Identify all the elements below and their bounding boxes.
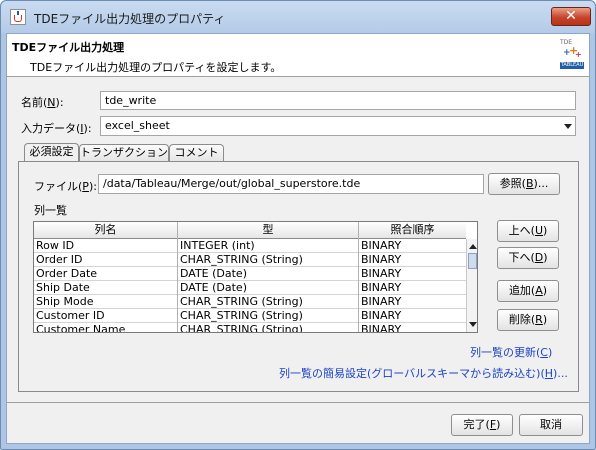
java-cup-mark	[14, 15, 22, 22]
footer-separator	[7, 402, 589, 403]
window-title: TDEファイル出力処理のプロパティ	[34, 12, 226, 26]
cell-column-name: Order ID	[34, 253, 178, 267]
cell-type: CHAR_STRING (String)	[178, 323, 359, 332]
column-header-type[interactable]: 型	[178, 222, 359, 239]
table-row[interactable]: Row ID INTEGER (int) BINARY	[34, 239, 466, 253]
cell-type: CHAR_STRING (String)	[178, 309, 359, 323]
cell-collation: BINARY	[361, 267, 402, 280]
java-icon	[10, 9, 26, 25]
tab-required-settings[interactable]: 必須設定	[24, 143, 79, 162]
cell-collation: BINARY	[361, 281, 402, 294]
cell-column-name: Order Date	[34, 267, 178, 281]
cell-column-name: Customer ID	[34, 309, 178, 323]
dialog-body: TDEファイル出力処理 TDEファイル出力処理のプロパティを設定します。 TDE…	[6, 33, 590, 444]
table-row[interactable]: Order ID CHAR_STRING (String) BINARY	[34, 253, 466, 267]
add-button[interactable]: 追加(A)	[497, 280, 559, 302]
header-title: TDEファイル出力処理	[12, 41, 125, 54]
finish-button[interactable]: 完了(F)	[451, 414, 513, 436]
input-data-select[interactable]: excel_sheet	[100, 116, 576, 136]
cell-type: INTEGER (int)	[178, 239, 359, 253]
cell-collation: BINARY	[361, 253, 402, 266]
cancel-button[interactable]: 取消	[519, 414, 583, 436]
scroll-thumb[interactable]	[468, 253, 477, 269]
name-input[interactable]: tde_write	[100, 91, 576, 110]
scroll-up-icon[interactable]	[469, 244, 477, 249]
input-data-label: 入力データ(I):	[21, 122, 92, 135]
file-label: ファイル(P):	[34, 180, 97, 193]
cell-type: DATE (Date)	[178, 281, 359, 295]
cell-collation: BINARY	[361, 239, 402, 252]
refresh-column-list-link[interactable]: 列一覧の更新(C)	[470, 344, 552, 360]
cell-column-name: Customer Name	[34, 323, 178, 332]
cell-collation: BINARY	[361, 323, 402, 333]
column-table[interactable]: 列名 型 照合順序 Row ID INTEGER (int) BINARY Or…	[33, 221, 478, 333]
cell-collation: BINARY	[361, 309, 402, 322]
table-row[interactable]: Ship Mode CHAR_STRING (String) BINARY	[34, 295, 466, 309]
table-row[interactable]: Ship Date DATE (Date) BINARY	[34, 281, 466, 295]
browse-button[interactable]: 参照(B)...	[488, 173, 560, 195]
cell-column-name: Ship Mode	[34, 295, 178, 309]
input-data-value: excel_sheet	[105, 119, 170, 132]
tab-comment[interactable]: コメント	[169, 144, 224, 161]
scroll-down-icon[interactable]	[469, 322, 477, 327]
title-bar[interactable]: TDEファイル出力処理のプロパティ ✕	[1, 1, 595, 33]
close-button[interactable]: ✕	[551, 7, 591, 26]
column-header-collation[interactable]: 照合順序	[359, 222, 466, 239]
table-row[interactable]: Customer ID CHAR_STRING (String) BINARY	[34, 309, 466, 323]
header-panel: TDEファイル出力処理 TDEファイル出力処理のプロパティを設定します。 TDE…	[7, 34, 589, 77]
vertical-scrollbar[interactable]	[466, 239, 477, 332]
file-path-input[interactable]: /data/Tableau/Merge/out/global_superstor…	[98, 174, 484, 194]
column-header-name[interactable]: 列名	[34, 222, 178, 239]
cell-type: CHAR_STRING (String)	[178, 295, 359, 309]
chevron-down-icon	[564, 124, 572, 129]
table-header: 列名 型 照合順序	[34, 222, 466, 239]
tde-icon: TDE + + + TABLEAU	[560, 39, 584, 69]
delete-button[interactable]: 削除(R)	[497, 309, 559, 331]
cell-collation: BINARY	[361, 295, 402, 308]
header-description: TDEファイル出力処理のプロパティを設定します。	[30, 61, 282, 74]
cell-column-name: Ship Date	[34, 281, 178, 295]
tab-transaction[interactable]: トランザクション	[79, 144, 169, 161]
cell-column-name: Row ID	[34, 239, 178, 253]
column-list-label: 列一覧	[34, 204, 67, 217]
tde-icon-band: TABLEAU	[560, 62, 584, 69]
simple-setup-link[interactable]: 列一覧の簡易設定(グローバルスキーマから読み込む)(H)...	[279, 365, 568, 381]
table-row[interactable]: Customer Name CHAR_STRING (String) BINAR…	[34, 323, 466, 333]
cell-type: DATE (Date)	[178, 267, 359, 281]
move-down-button[interactable]: 下へ(D)	[497, 247, 559, 269]
properties-dialog: TDEファイル出力処理のプロパティ ✕ TDEファイル出力処理 TDEファイル出…	[0, 0, 596, 450]
cell-type: CHAR_STRING (String)	[178, 253, 359, 267]
table-row[interactable]: Order Date DATE (Date) BINARY	[34, 267, 466, 281]
name-label: 名前(N):	[21, 96, 64, 109]
move-up-button[interactable]: 上へ(U)	[497, 220, 559, 242]
